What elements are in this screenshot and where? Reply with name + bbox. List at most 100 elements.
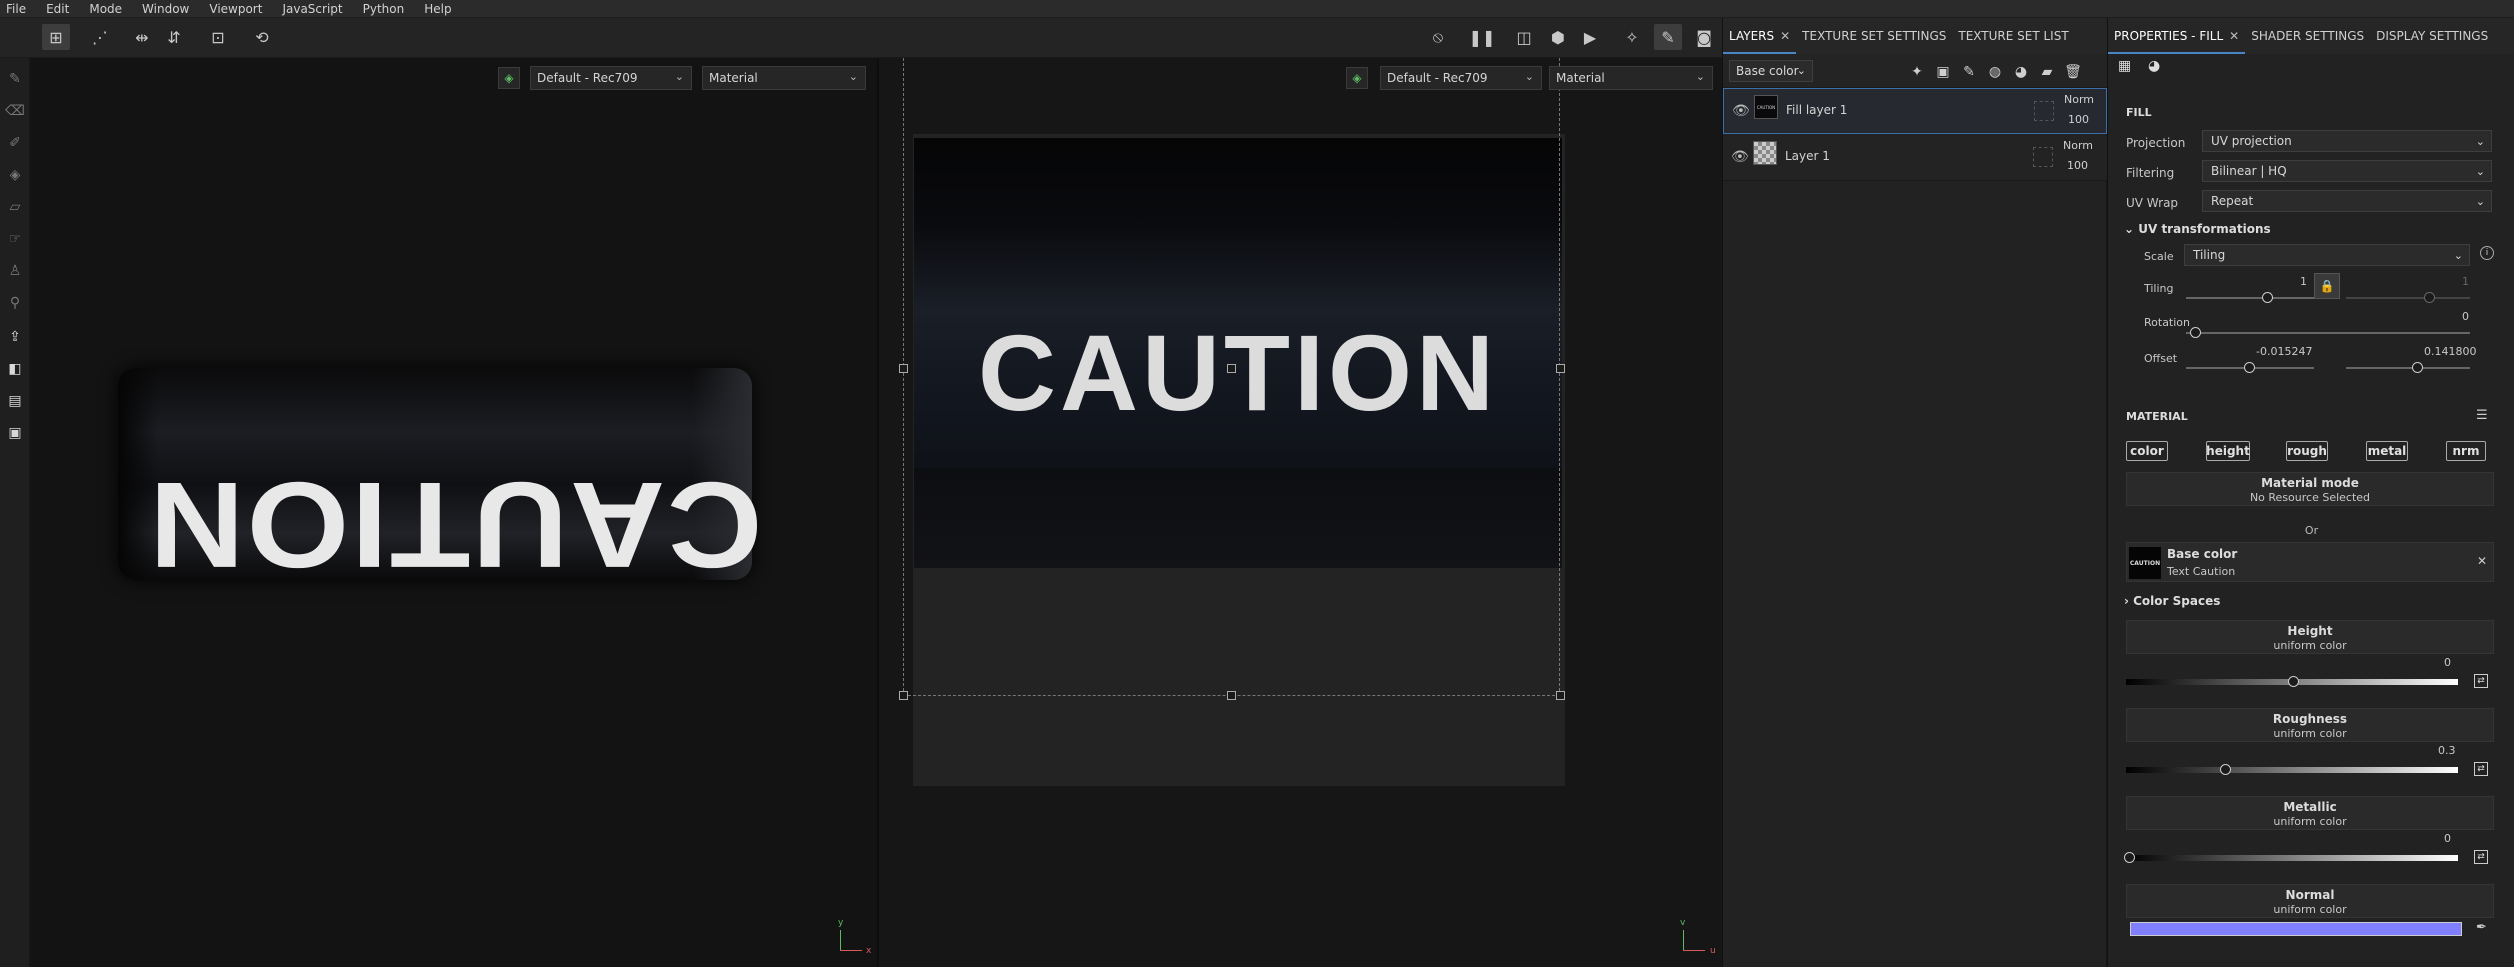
frame-icon[interactable]: ⊡ xyxy=(204,24,232,50)
info-icon[interactable]: i xyxy=(2480,246,2494,260)
menu-javascript[interactable]: JavaScript xyxy=(282,0,342,18)
eraser-tool-icon[interactable]: ⌫ xyxy=(4,100,26,122)
material-mode-slot[interactable]: Material mode No Resource Selected xyxy=(2126,472,2494,506)
tab-texture-set-settings[interactable]: TEXTURE SET SETTINGS xyxy=(1796,18,1952,54)
add-fill-layer-icon[interactable]: ◍ xyxy=(1985,62,2005,82)
metallic-slot[interactable]: Metallic uniform color xyxy=(2126,796,2494,830)
colorspace-icon[interactable]: ◈ xyxy=(498,67,520,89)
menu-file[interactable]: File xyxy=(6,0,26,18)
gizmo-handle[interactable] xyxy=(899,364,908,373)
base-color-slot[interactable]: CAUTION Base color Text Caution ✕ xyxy=(2126,542,2494,582)
paint-tool-icon[interactable]: ✎ xyxy=(4,68,26,90)
export-icon[interactable]: ⇪ xyxy=(4,326,26,348)
tab-texture-set-list[interactable]: TEXTURE SET LIST xyxy=(1952,18,2074,54)
viewport3d-channel-select[interactable]: Material ⌄ xyxy=(702,66,866,90)
height-slider-knob[interactable] xyxy=(2288,676,2299,687)
layer-name[interactable]: Layer 1 xyxy=(1785,149,1830,163)
channel-select[interactable]: Base color ⌄ xyxy=(1729,60,1813,82)
viewport2d-channel-select[interactable]: Material ⌄ xyxy=(1549,66,1713,90)
layer-opacity[interactable]: 100 xyxy=(2068,113,2089,126)
smudge-tool-icon[interactable]: ☞ xyxy=(4,228,26,250)
colorspace-icon[interactable]: ◈ xyxy=(1346,67,1368,89)
swap-icon[interactable]: ⇄ xyxy=(2474,850,2488,864)
uvwrap-select[interactable]: Repeat ⌄ xyxy=(2202,190,2492,212)
layer-row-fill-layer-1[interactable]: 👁 CAUTION Fill layer 1 Norm 100 xyxy=(1723,88,2107,134)
rotation-slider-knob[interactable] xyxy=(2190,327,2201,338)
grid-snap-icon[interactable]: ⊞ xyxy=(42,24,70,50)
chip-color[interactable]: color xyxy=(2126,441,2168,461)
properties-material-icon[interactable]: ◕ xyxy=(2148,58,2168,78)
metallic-gradient-slider[interactable] xyxy=(2126,855,2458,861)
layer-blend-mode[interactable]: Norm xyxy=(2063,139,2093,152)
menu-python[interactable]: Python xyxy=(363,0,405,18)
tiling-slider-track[interactable] xyxy=(2186,297,2314,299)
roughness-gradient-slider[interactable] xyxy=(2126,767,2458,773)
viewport3d-colorspace-select[interactable]: Default - Rec709 ⌄ xyxy=(530,66,692,90)
chip-metal[interactable]: metal xyxy=(2366,441,2408,461)
layer-mask-slot[interactable] xyxy=(2034,101,2054,121)
tab-properties-fill[interactable]: PROPERTIES - FILL ✕ xyxy=(2108,18,2246,54)
close-icon[interactable]: ✕ xyxy=(1780,29,1790,43)
uv-transform-gizmo[interactable] xyxy=(903,58,1560,696)
add-paint-layer-icon[interactable]: ✎ xyxy=(1959,62,1979,82)
uv-transformations-header[interactable]: ⌄ UV transformations xyxy=(2124,222,2271,236)
geometry-tool-icon[interactable]: ◈ xyxy=(4,164,26,186)
rotation-slider-track[interactable] xyxy=(2186,332,2470,334)
screenshot-icon[interactable]: ◙ xyxy=(1690,24,1718,50)
layer-row-layer-1[interactable]: 👁 Layer 1 Norm 100 xyxy=(1723,135,2107,181)
close-icon[interactable]: ✕ xyxy=(2477,554,2487,568)
chip-height[interactable]: height xyxy=(2206,441,2250,461)
projection-select[interactable]: UV projection ⌄ xyxy=(2202,130,2492,152)
metallic-slider-knob[interactable] xyxy=(2124,852,2135,863)
pause-icon[interactable]: ❚❚ xyxy=(1468,24,1496,50)
layer-opacity[interactable]: 100 xyxy=(2067,159,2088,172)
delete-layer-icon[interactable]: 🗑 xyxy=(2063,62,2083,82)
layer-name[interactable]: Fill layer 1 xyxy=(1786,103,1847,117)
visibility-eye-icon[interactable]: 👁 xyxy=(1731,149,1749,165)
tab-display-settings[interactable]: DISPLAY SETTINGS xyxy=(2370,18,2494,54)
gizmo-handle[interactable] xyxy=(1227,691,1236,700)
clone-tool-icon[interactable]: ♙ xyxy=(4,260,26,282)
visibility-eye-icon[interactable]: 👁 xyxy=(1732,103,1750,119)
polygon-fill-icon[interactable]: ▱ xyxy=(4,196,26,218)
properties-layer-icon[interactable]: ▦ xyxy=(2118,58,2138,78)
menu-edit[interactable]: Edit xyxy=(46,0,69,18)
layer-blend-mode[interactable]: Norm xyxy=(2064,93,2094,106)
tab-layers[interactable]: LAYERS ✕ xyxy=(1723,18,1797,54)
add-smart-material-icon[interactable]: ◕ xyxy=(2011,62,2031,82)
hide-icon[interactable]: ⦸ xyxy=(1424,24,1452,50)
roughness-slider-knob[interactable] xyxy=(2220,764,2231,775)
menu-window[interactable]: Window xyxy=(142,0,189,18)
viewport2d-colorspace-select[interactable]: Default - Rec709 ⌄ xyxy=(1380,66,1542,90)
tab-shader-settings[interactable]: SHADER SETTINGS xyxy=(2245,18,2370,54)
gizmo-handle[interactable] xyxy=(1227,364,1236,373)
effects-wand-icon[interactable]: ✦ xyxy=(1907,62,1927,82)
scale-select[interactable]: Tiling ⌄ xyxy=(2184,244,2470,266)
gizmo-handle[interactable] xyxy=(1556,691,1565,700)
lock-icon[interactable]: 🔒 xyxy=(2314,273,2340,299)
offset-v-slider-track[interactable] xyxy=(2346,367,2470,369)
add-folder-icon[interactable]: ▰ xyxy=(2037,62,2057,82)
eyedropper-icon[interactable]: ✒ xyxy=(2476,920,2487,935)
menu-viewport[interactable]: Viewport xyxy=(209,0,262,18)
filtering-select[interactable]: Bilinear | HQ ⌄ xyxy=(2202,160,2492,182)
bake-icon[interactable]: ◧ xyxy=(4,358,26,380)
chip-rough[interactable]: rough xyxy=(2286,441,2328,461)
picker-tool-icon[interactable]: ⚲ xyxy=(4,292,26,314)
document-icon[interactable]: ▤ xyxy=(4,390,26,412)
offset-u-slider-knob[interactable] xyxy=(2244,362,2255,373)
symmetry-y-icon[interactable]: ⇵ xyxy=(160,24,188,50)
gizmo-handle[interactable] xyxy=(899,691,908,700)
swap-icon[interactable]: ⇄ xyxy=(2474,674,2488,688)
cube-icon[interactable]: ⬢ xyxy=(1544,24,1572,50)
normal-slot[interactable]: Normal uniform color xyxy=(2126,884,2494,918)
normal-color-swatch[interactable] xyxy=(2130,922,2462,936)
menu-help[interactable]: Help xyxy=(424,0,451,18)
effects-icon[interactable]: ✧ xyxy=(1618,24,1646,50)
tiling-slider-knob[interactable] xyxy=(2262,292,2273,303)
offset-v-slider-knob[interactable] xyxy=(2412,362,2423,373)
brush-icon[interactable]: ✎ xyxy=(1654,24,1682,50)
roughness-slot[interactable]: Roughness uniform color xyxy=(2126,708,2494,742)
symmetry-x-icon[interactable]: ⇹ xyxy=(128,24,156,50)
gizmo-handle[interactable] xyxy=(1556,364,1565,373)
